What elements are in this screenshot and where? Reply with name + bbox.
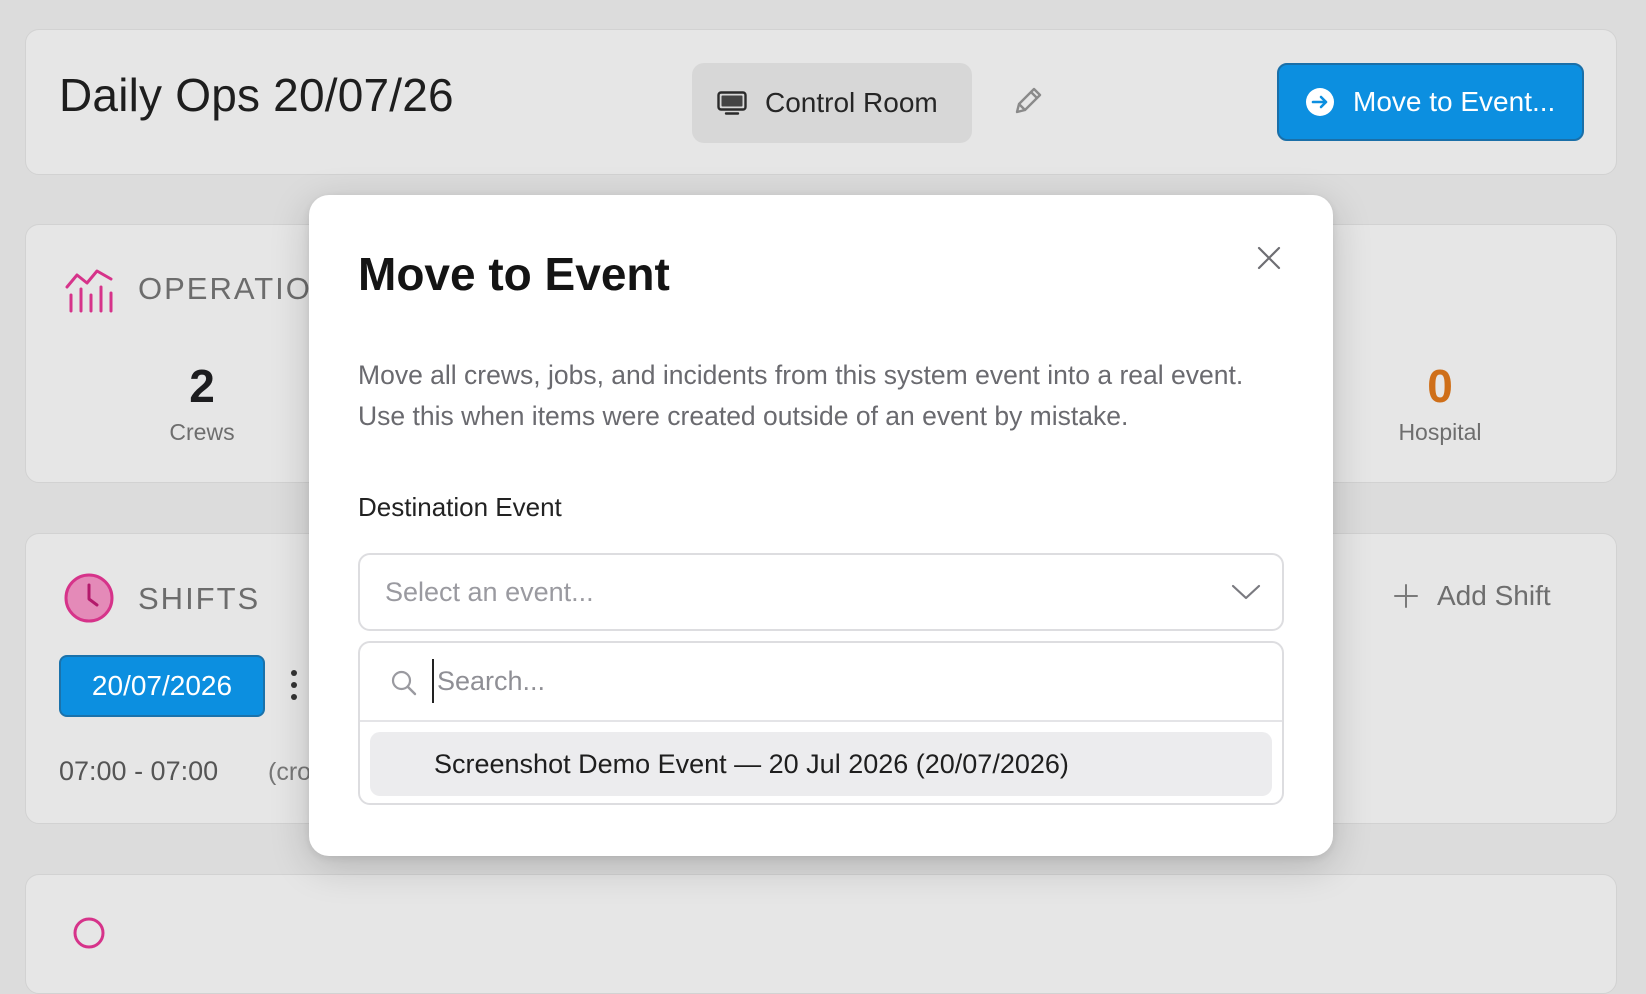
pencil-icon[interactable] xyxy=(1010,83,1046,119)
dropdown-search-row xyxy=(360,643,1282,722)
operations-title: OPERATIO xyxy=(138,271,312,306)
crews-label: Crews xyxy=(169,419,235,445)
event-option[interactable]: Screenshot Demo Event — 20 Jul 2026 (20/… xyxy=(370,732,1272,796)
shifts-title: SHIFTS xyxy=(138,581,261,616)
shift-crews-note: (cro xyxy=(268,758,312,786)
event-search-input[interactable] xyxy=(432,659,1257,703)
pin-icon xyxy=(73,917,105,949)
page-title: Daily Ops 20/07/26 xyxy=(59,69,454,121)
plus-icon xyxy=(1394,584,1418,608)
kebab-icon[interactable] xyxy=(288,667,300,707)
hospital-label: Hospital xyxy=(1398,419,1482,445)
close-icon[interactable] xyxy=(1256,245,1282,271)
destination-event-label: Destination Event xyxy=(358,492,562,522)
monitor-icon xyxy=(717,91,747,115)
chevron-down-icon xyxy=(1231,584,1261,600)
bottom-card xyxy=(25,874,1617,994)
shift-time-range: 07:00 - 07:00 xyxy=(59,756,219,786)
modal-title: Move to Event xyxy=(358,248,670,300)
event-dropdown: Screenshot Demo Event — 20 Jul 2026 (20/… xyxy=(358,641,1284,805)
hospital-stat: 0 Hospital xyxy=(1340,363,1540,446)
select-placeholder: Select an event... xyxy=(385,576,594,607)
move-to-event-button[interactable]: Move to Event... xyxy=(1277,63,1584,141)
chart-icon xyxy=(65,269,113,313)
add-shift-button[interactable]: Add Shift xyxy=(1393,580,1551,612)
crews-count: 2 xyxy=(189,360,215,412)
control-room-button[interactable]: Control Room xyxy=(692,63,972,143)
search-icon xyxy=(391,670,417,696)
modal-description: Move all crews, jobs, and incidents from… xyxy=(358,360,1244,431)
crews-stat: 2 Crews xyxy=(102,363,302,446)
control-room-label: Control Room xyxy=(765,87,938,118)
move-to-event-label: Move to Event... xyxy=(1353,86,1556,117)
move-to-event-modal: Move to Event Move all crews, jobs, and … xyxy=(309,195,1333,856)
hospital-count: 0 xyxy=(1427,360,1453,412)
header-card: Daily Ops 20/07/26 Control Room Move to … xyxy=(25,29,1617,175)
shift-date-chip[interactable]: 20/07/2026 xyxy=(59,655,265,717)
add-shift-label: Add Shift xyxy=(1437,580,1551,611)
destination-event-select[interactable]: Select an event... xyxy=(358,553,1284,631)
clock-icon xyxy=(64,573,114,623)
arrow-right-circle-icon xyxy=(1306,88,1334,116)
